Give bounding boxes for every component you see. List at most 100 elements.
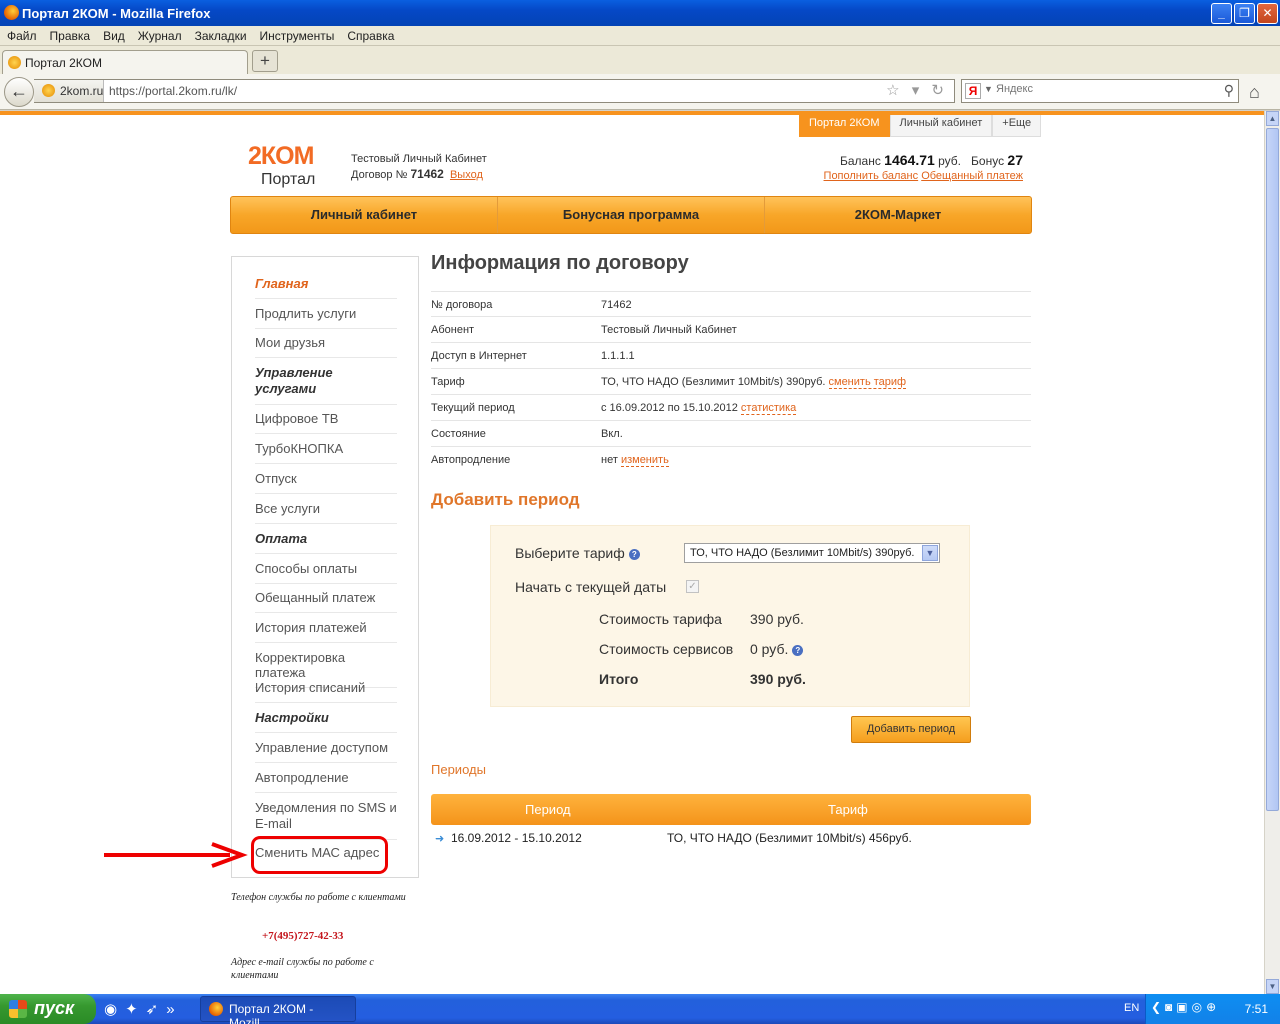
info-value: 1.1.1.1 (601, 350, 635, 362)
yandex-icon[interactable]: Я (965, 83, 981, 99)
back-button[interactable]: ← (4, 77, 34, 107)
total-label: Итого (599, 671, 639, 687)
nav-personal-account[interactable]: Личный кабинет (231, 197, 498, 233)
sidebar-item-home[interactable]: Главная (255, 276, 397, 299)
search-bar[interactable]: Я ▼ ⚲ (961, 79, 1239, 103)
search-engine-dropdown-icon[interactable]: ▼ (984, 84, 993, 94)
annotation-highlight (251, 836, 388, 874)
contract-number: 71462 (410, 167, 444, 181)
tariff-select[interactable]: ТО, ЧТО НАДО (Безлимит 10Mbit/s) 390руб.… (684, 543, 940, 563)
scroll-thumb[interactable] (1266, 128, 1279, 811)
sidebar-item-payment-methods[interactable]: Способы оплаты (255, 561, 397, 584)
menu-history[interactable]: Журнал (131, 26, 188, 43)
tariff-select-label-text: Выберите тариф (515, 545, 625, 561)
main-nav: Личный кабинет Бонусная программа 2КОМ-М… (230, 196, 1032, 234)
add-period-button[interactable]: Добавить период (851, 716, 971, 743)
sidebar-item-notifications[interactable]: Уведомления по SMS и E-mail (255, 800, 397, 840)
scroll-down-icon[interactable]: ▼ (1266, 979, 1279, 994)
services-help-icon[interactable]: ? (792, 644, 804, 656)
statistics-link[interactable]: статистика (740, 402, 797, 415)
home-icon[interactable]: ⌂ (1249, 82, 1260, 103)
sidebar-item-friends[interactable]: Мои друзья (255, 335, 397, 358)
sidebar-item-digital-tv[interactable]: Цифровое ТВ (255, 411, 397, 434)
help-icon[interactable]: ? (628, 548, 640, 560)
page-title: Информация по договору (431, 252, 689, 274)
logout-link[interactable]: Выход (450, 169, 483, 181)
support-phone: +7(495)727-42-33 (262, 930, 344, 942)
change-autorenew-link[interactable]: изменить (620, 454, 669, 467)
tab-more[interactable]: +Еще (992, 115, 1042, 137)
menu-tools[interactable]: Инструменты (253, 26, 341, 43)
sidebar-item-turbo-button[interactable]: ТурбоКНОПКА (255, 441, 397, 464)
balance-block: Баланс 1464.71 руб. Бонус 27 Пополнить б… (824, 152, 1023, 182)
chevron-down-icon[interactable]: ▼ (922, 545, 938, 561)
taskbar-firefox-window[interactable]: Портал 2КОМ - Mozill... (200, 996, 356, 1024)
tariff-cost-value: 390 руб. (750, 611, 804, 627)
logo-subtitle: Портал (261, 171, 316, 188)
sidebar-item-promised-payment[interactable]: Обещанный платеж (255, 590, 397, 613)
search-icon[interactable]: ⚲ (1224, 82, 1234, 99)
language-indicator[interactable]: EN (1124, 1002, 1139, 1014)
change-tariff-link[interactable]: сменить тариф (828, 376, 907, 389)
sidebar-item-vacation[interactable]: Отпуск (255, 471, 397, 494)
tray-icons[interactable]: ❮◙▣◎⊕ (1151, 1000, 1220, 1014)
task-label: Портал 2КОМ - Mozill... (229, 1002, 314, 1024)
scroll-up-icon[interactable]: ▲ (1266, 111, 1279, 126)
sidebar-item-access-management[interactable]: Управление доступом (255, 740, 397, 763)
search-input[interactable] (996, 83, 1216, 95)
tab-bar: Портал 2КОМ + (0, 46, 1280, 74)
vertical-scrollbar[interactable]: ▲ ▼ (1264, 111, 1280, 994)
start-label: пуск (34, 998, 75, 1018)
topup-link[interactable]: Пополнить баланс (824, 170, 919, 182)
info-key: Состояние (431, 428, 486, 440)
portal-logo[interactable]: 2КОМ Портал (248, 142, 315, 188)
page-viewport: Портал 2КОМ Личный кабинет +Еще 2КОМ Пор… (0, 111, 1264, 994)
start-date-checkbox[interactable]: ✓ (686, 580, 699, 593)
minimize-button[interactable]: _ (1211, 3, 1232, 24)
sidebar-heading-settings: Настройки (255, 710, 397, 733)
portal-top-tabs: Портал 2КОМ Личный кабинет +Еще (799, 115, 1042, 137)
menu-file[interactable]: Файл (0, 26, 43, 43)
menu-help[interactable]: Справка (340, 26, 400, 43)
close-button[interactable]: ✕ (1257, 3, 1278, 24)
tab-portal[interactable]: Портал 2КОМ (799, 115, 890, 137)
sidebar-item-payment-history[interactable]: История платежей (255, 620, 397, 643)
firefox-icon (4, 5, 19, 20)
info-value: с 16.09.2012 по 15.10.2012 (601, 402, 738, 414)
account-info: Тестовый Личный Кабинет Договор № 71462 … (351, 152, 487, 183)
period-value: 16.09.2012 - 15.10.2012 (451, 831, 582, 845)
start-button[interactable]: пуск (0, 994, 96, 1024)
quick-launch-icons[interactable]: ◉✦➶» (104, 1000, 183, 1018)
balance-value: 1464.71 (884, 152, 935, 168)
sidebar-item-charges-history[interactable]: История списаний (255, 680, 397, 703)
promised-payment-link[interactable]: Обещанный платеж (921, 170, 1023, 182)
site-identity-button[interactable]: 2kom.ru (34, 80, 104, 102)
menu-view[interactable]: Вид (96, 26, 131, 43)
add-period-title: Добавить период (431, 490, 580, 509)
arrow-right-icon: ➜ (435, 833, 445, 845)
maximize-button[interactable]: ❐ (1234, 3, 1255, 24)
sidebar-heading-services: Управление услугами (255, 365, 397, 405)
logo-brand: 2КОМ (248, 142, 314, 170)
info-value: ТО, ЧТО НАДО (Безлимит 10Mbit/s) 390руб. (601, 376, 826, 388)
info-row-contract: № договора 71462 (431, 291, 1031, 317)
nav-bonus-program[interactable]: Бонусная программа (498, 197, 765, 233)
sidebar-item-extend-services[interactable]: Продлить услуги (255, 306, 397, 329)
nav-market[interactable]: 2КОМ-Маркет (765, 197, 1031, 233)
url-text[interactable]: https://portal.2kom.ru/lk/ (109, 84, 237, 98)
bookmark-star-icon[interactable]: ☆ ▾ ↻ (886, 81, 948, 99)
info-row-internet: Доступ в Интернет 1.1.1.1 (431, 343, 1031, 369)
sidebar-item-autorenew[interactable]: Автопродление (255, 770, 397, 793)
windows-logo-icon (9, 1000, 27, 1018)
url-bar[interactable]: 2kom.ru https://portal.2kom.ru/lk/ ☆ ▾ ↻ (34, 79, 955, 103)
sidebar-heading-payment: Оплата (255, 531, 397, 554)
col-tariff: Тариф (828, 802, 868, 817)
menu-edit[interactable]: Правка (43, 26, 97, 43)
tab-personal-account[interactable]: Личный кабинет (889, 115, 993, 137)
periods-title: Периоды (431, 762, 486, 777)
menu-bookmarks[interactable]: Закладки (188, 26, 253, 43)
sidebar-item-all-services[interactable]: Все услуги (255, 501, 397, 524)
total-value: 390 руб. (750, 671, 806, 687)
new-tab-button[interactable]: + (252, 50, 278, 72)
browser-tab[interactable]: Портал 2КОМ (2, 50, 248, 74)
